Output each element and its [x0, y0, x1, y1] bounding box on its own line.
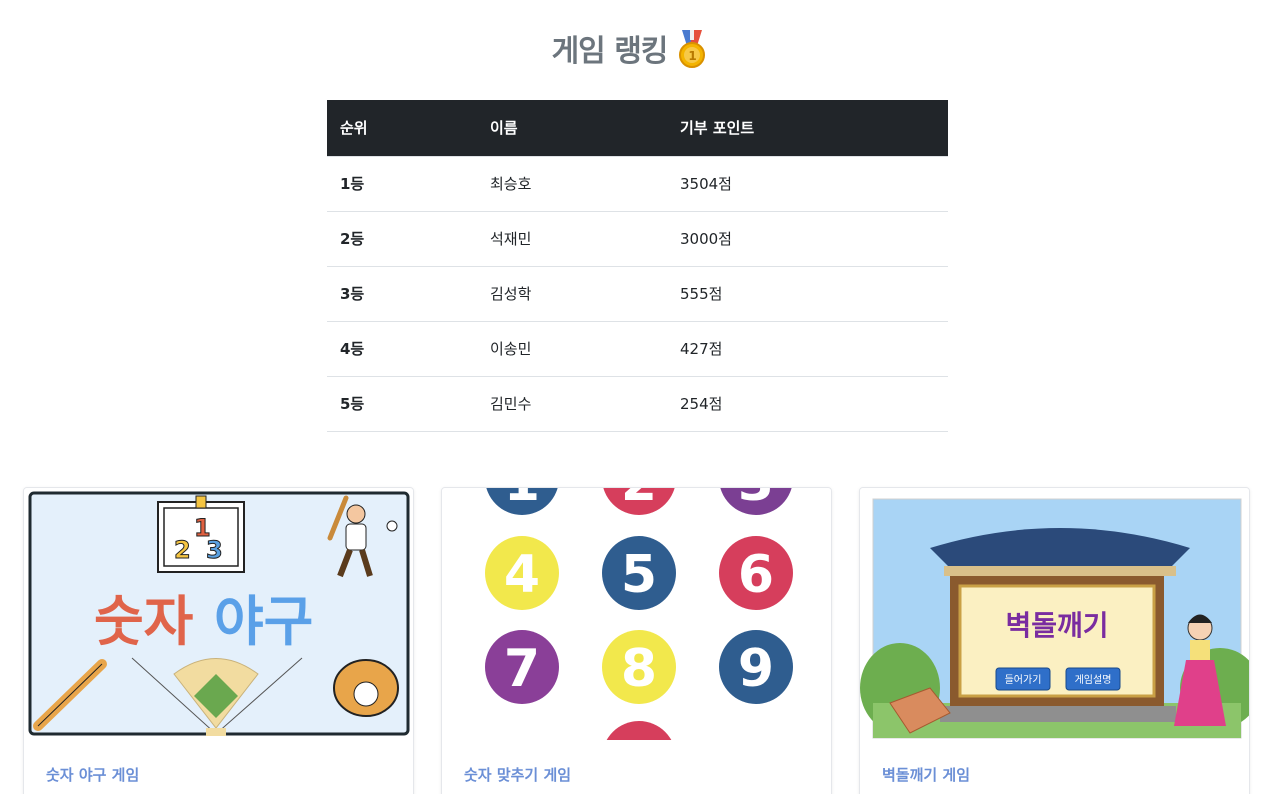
number-baseball-thumbnail[interactable]: 1 2 3 숫자 야구: [24, 488, 413, 740]
table-header-row: 순위 이름 기부 포인트: [327, 100, 948, 157]
svg-text:3: 3: [206, 536, 223, 564]
table-row: 5등 김민수 254점: [327, 376, 948, 432]
points-cell: 254점: [667, 376, 948, 432]
game-card-number-guess[interactable]: 1 2 3 4 5 6 7 8 9 숫자 맞추기 게임: [441, 487, 832, 794]
svg-text:게임설명: 게임설명: [1075, 673, 1112, 686]
svg-text:8: 8: [621, 639, 657, 699]
points-cell: 3000점: [667, 211, 948, 267]
svg-text:2: 2: [174, 536, 191, 564]
table-row: 1등 최승호 3504점: [327, 156, 948, 212]
game-card-number-baseball[interactable]: 1 2 3 숫자 야구 숫자 야구 게임: [23, 487, 414, 794]
svg-text:9: 9: [738, 639, 774, 699]
svg-text:야구: 야구: [214, 590, 313, 653]
svg-text:숫자: 숫자: [94, 590, 194, 653]
table-row: 4등 이송민 427점: [327, 321, 948, 377]
table-row: 2등 석재민 3000점: [327, 211, 948, 267]
svg-text:6: 6: [738, 545, 774, 605]
points-cell: 555점: [667, 266, 948, 322]
name-cell: 이송민: [477, 321, 667, 377]
game-card-brick-breaker[interactable]: 벽돌깨기 들어가기 게임설명 벽돌깨기 게임: [859, 487, 1250, 794]
game-title-number-guess[interactable]: 숫자 맞추기 게임: [464, 764, 571, 785]
rank-cell: 2등: [327, 211, 477, 267]
ranking-table: 순위 이름 기부 포인트 1등 최승호 3504점 2등 석재민 3000점 3…: [327, 100, 948, 432]
gold-medal-icon: 1: [679, 30, 706, 68]
number-guess-image: 1 2 3 4 5 6 7 8 9: [442, 488, 831, 740]
svg-text:7: 7: [504, 639, 540, 699]
column-header-name: 이름: [477, 100, 667, 157]
points-cell: 3504점: [667, 156, 948, 212]
column-header-rank: 순위: [327, 100, 477, 157]
svg-text:5: 5: [621, 545, 657, 605]
rank-cell: 5등: [327, 376, 477, 432]
name-cell: 최승호: [477, 156, 667, 212]
svg-text:1: 1: [504, 488, 540, 513]
table-row: 3등 김성학 555점: [327, 266, 948, 322]
svg-text:4: 4: [504, 545, 540, 605]
svg-text:벽돌깨기: 벽돌깨기: [1005, 609, 1108, 642]
name-cell: 김민수: [477, 376, 667, 432]
page-title-row: 게임 랭킹 1: [0, 26, 1261, 70]
page-title: 게임 랭킹: [551, 34, 669, 69]
name-cell: 김성학: [477, 266, 667, 322]
brick-breaker-thumbnail[interactable]: 벽돌깨기 들어가기 게임설명: [860, 488, 1249, 740]
number-guess-thumbnail[interactable]: 1 2 3 4 5 6 7 8 9: [442, 488, 831, 740]
column-header-points: 기부 포인트: [667, 100, 948, 157]
rank-cell: 1등: [327, 156, 477, 212]
rank-cell: 4등: [327, 321, 477, 377]
svg-text:3: 3: [738, 488, 774, 513]
game-title-brick-breaker[interactable]: 벽돌깨기 게임: [882, 764, 970, 785]
name-cell: 석재민: [477, 211, 667, 267]
points-cell: 427점: [667, 321, 948, 377]
number-baseball-image: 1 2 3 숫자 야구: [24, 488, 413, 740]
svg-text:들어가기: 들어가기: [1005, 674, 1042, 686]
svg-text:1: 1: [689, 49, 697, 63]
game-title-number-baseball[interactable]: 숫자 야구 게임: [46, 764, 139, 785]
svg-text:2: 2: [621, 488, 657, 513]
rank-cell: 3등: [327, 266, 477, 322]
brick-breaker-image: 벽돌깨기 들어가기 게임설명: [860, 488, 1249, 740]
